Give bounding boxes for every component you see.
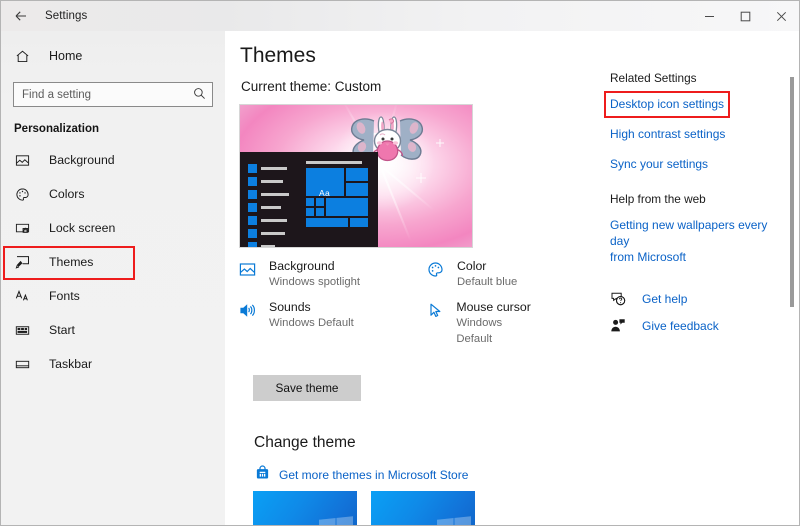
related-settings-heading: Related Settings [610, 71, 697, 85]
tile-aa-label: Aa [319, 188, 330, 198]
sidebar-item-background[interactable]: Background [1, 146, 225, 174]
help-from-web-heading: Help from the web [610, 192, 706, 206]
taskbar-icon [15, 357, 37, 372]
theme-preview[interactable]: Aa [239, 104, 473, 248]
minimize-icon[interactable] [691, 1, 727, 31]
get-help-row[interactable]: Get help [610, 291, 790, 306]
getting-new-wallpapers-link[interactable]: Getting new wallpapers every day from Mic… [610, 217, 790, 265]
sidebar: Home Personalization Background [1, 31, 225, 525]
feedback-person-icon [610, 318, 632, 333]
fonts-icon [15, 288, 37, 304]
property-name: Background [269, 259, 335, 273]
property-value: Windows Default [456, 317, 503, 345]
theme-property-background[interactable]: Background Windows spotlight [239, 259, 360, 290]
give-feedback-label: Give feedback [642, 318, 719, 333]
theme-property-color[interactable]: Color Default blue [427, 259, 517, 290]
high-contrast-settings-link[interactable]: High contrast settings [610, 126, 790, 142]
sidebar-nav-list: Background Colors Lock screen Themes Fon… [1, 146, 225, 378]
microsoft-store-icon [255, 465, 270, 485]
palette-icon [15, 187, 37, 202]
sidebar-item-label: Taskbar [49, 357, 93, 371]
window-controls [691, 1, 799, 31]
sidebar-item-fonts[interactable]: Fonts [1, 282, 225, 310]
get-help-label: Get help [642, 291, 688, 306]
sidebar-item-label: Background [49, 153, 115, 167]
sidebar-item-home[interactable]: Home [1, 39, 225, 73]
get-more-themes-link[interactable]: Get more themes in Microsoft Store [255, 465, 468, 485]
property-value: Default blue [457, 276, 518, 288]
property-name: Sounds [269, 300, 311, 314]
sidebar-item-start[interactable]: Start [1, 316, 225, 344]
sidebar-section-title: Personalization [14, 123, 99, 135]
sidebar-item-label: Themes [49, 255, 94, 269]
search-input[interactable] [14, 83, 184, 106]
theme-thumbnail[interactable] [253, 491, 357, 525]
sidebar-home-label: Home [49, 49, 83, 63]
lock-screen-icon [15, 221, 37, 236]
sidebar-item-colors[interactable]: Colors [1, 180, 225, 208]
help-link-line2: from Microsoft [610, 250, 687, 264]
property-name: Mouse cursor [456, 300, 531, 314]
cursor-icon [427, 300, 452, 319]
theme-property-sounds[interactable]: Sounds Windows Default [239, 300, 354, 331]
close-icon[interactable] [763, 1, 799, 31]
home-icon [15, 49, 37, 64]
start-menu-preview: Aa [240, 152, 378, 247]
search-icon [193, 87, 206, 105]
sidebar-item-label: Lock screen [49, 221, 116, 235]
content-scrollbar[interactable] [785, 31, 799, 525]
start-icon [15, 323, 37, 338]
save-theme-button[interactable]: Save theme [253, 375, 361, 401]
help-link-line1: Getting new wallpapers every day [610, 218, 768, 248]
sidebar-item-themes[interactable]: Themes [1, 246, 225, 280]
search-box[interactable] [13, 82, 213, 107]
change-theme-heading: Change theme [254, 434, 356, 451]
image-icon [239, 259, 265, 278]
help-bubble-icon [610, 291, 632, 306]
theme-property-mouse-cursor[interactable]: Mouse cursor Windows Default [427, 300, 539, 347]
related-settings-panel: Related Settings Desktop icon settings H… [604, 71, 790, 345]
sidebar-item-label: Start [49, 323, 75, 337]
current-theme-label: Current theme: Custom [241, 79, 382, 94]
settings-window: Settings Home Find a setting Personaliza… [0, 0, 800, 526]
content-area: Themes Current theme: Custom Aa Backgrou… [225, 31, 799, 525]
sidebar-item-taskbar[interactable]: Taskbar [1, 350, 225, 378]
desktop-icon-settings-link[interactable]: Desktop icon settings [604, 91, 790, 118]
app-title: Settings [45, 10, 88, 22]
sync-your-settings-link[interactable]: Sync your settings [610, 156, 790, 172]
property-value: Windows Default [269, 317, 354, 329]
title-bar: Settings [1, 1, 799, 31]
palette-icon [427, 259, 453, 278]
themes-icon [15, 254, 37, 270]
page-title: Themes [240, 44, 316, 67]
sidebar-item-lock-screen[interactable]: Lock screen [1, 214, 225, 242]
property-name: Color [457, 259, 487, 273]
theme-thumbnail-list [253, 491, 475, 525]
get-more-themes-label: Get more themes in Microsoft Store [279, 468, 469, 482]
sidebar-item-label: Colors [49, 187, 85, 201]
property-value: Windows spotlight [269, 276, 361, 288]
scrollbar-thumb[interactable] [790, 77, 794, 307]
speaker-icon [239, 300, 265, 319]
give-feedback-row[interactable]: Give feedback [610, 318, 790, 333]
start-left-rail [248, 164, 298, 247]
sidebar-item-label: Fonts [49, 289, 80, 303]
maximize-icon[interactable] [727, 1, 763, 31]
theme-thumbnail[interactable] [371, 491, 475, 525]
image-icon [15, 153, 37, 168]
start-tiles: Aa [306, 161, 368, 240]
back-arrow-icon[interactable] [1, 1, 41, 31]
